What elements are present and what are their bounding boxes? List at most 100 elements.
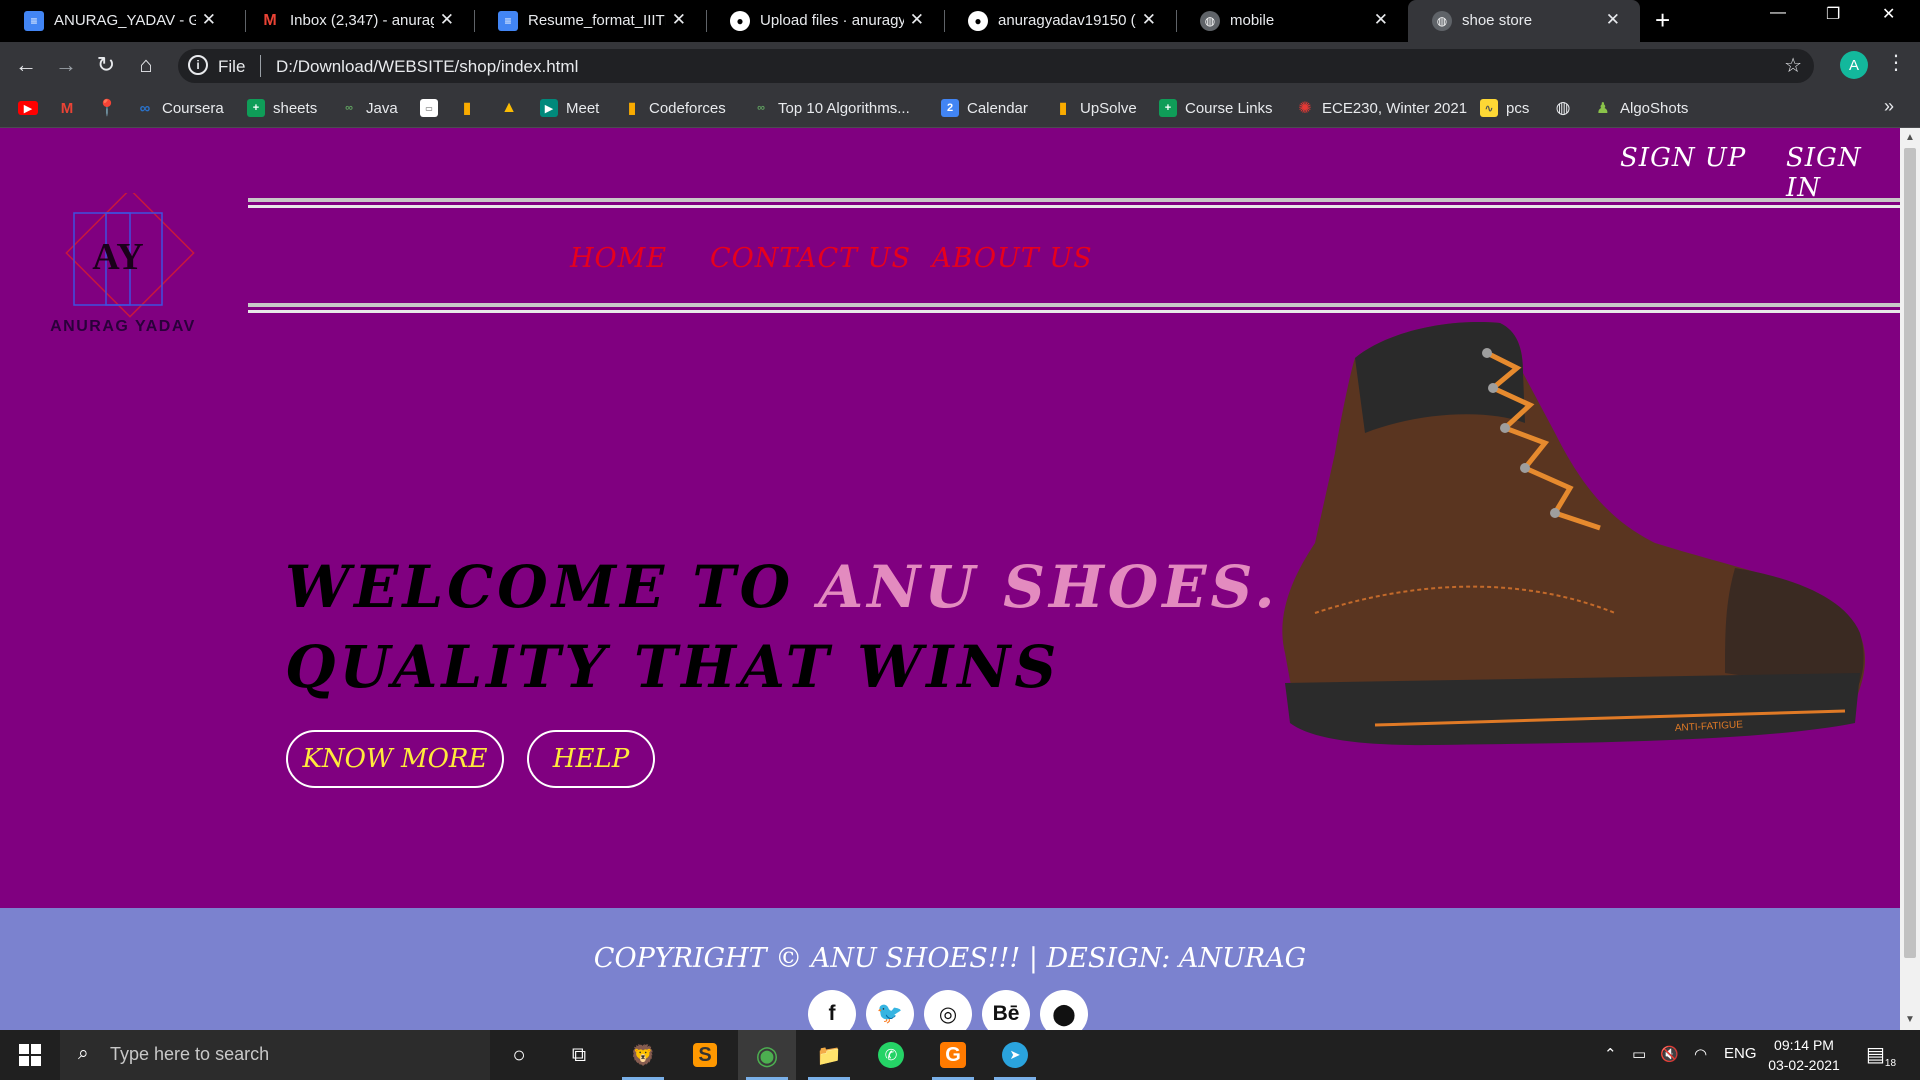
bookmark-algoshots[interactable]: ♟ AlgoShots	[1594, 96, 1688, 120]
nav-about-us[interactable]: ABOUT US	[932, 243, 1093, 274]
chart-icon: ▮	[462, 100, 472, 117]
bookmark-top-algorithms[interactable]: ∞ Top 10 Algorithms...	[752, 96, 910, 120]
restore-icon[interactable]: ❐	[1826, 4, 1840, 24]
bookmark-drive[interactable]: ▲	[500, 96, 526, 120]
github-icon: ●	[968, 11, 988, 31]
address-bar[interactable]: i File D:/Download/WEBSITE/shop/index.ht…	[178, 49, 1814, 83]
menu-icon[interactable]: ⋮	[1886, 50, 1906, 75]
tab-0[interactable]: ≡ ANURAG_YADAV - Goo ✕	[0, 0, 236, 42]
nav-contact-us[interactable]: CONTACT US	[710, 243, 911, 274]
site-info-icon[interactable]: i	[188, 55, 208, 75]
new-tab-button[interactable]: +	[1655, 6, 1670, 34]
clock-time: 09:14 PM	[1774, 1037, 1834, 1053]
telegram-icon[interactable]: ➤	[986, 1030, 1044, 1080]
wifi-icon[interactable]: ◠	[1694, 1045, 1707, 1063]
brave-icon[interactable]: 🦁	[614, 1030, 672, 1080]
chevron-up-icon[interactable]: ⌃	[1604, 1045, 1617, 1063]
bookmark-coursera[interactable]: ∞ Coursera	[136, 96, 224, 120]
bookmark-label: Codeforces	[649, 99, 726, 117]
whatsapp-glyph: ✆	[878, 1042, 904, 1068]
sublime-icon[interactable]: S	[676, 1030, 734, 1080]
bookmark-star-icon[interactable]: ☆	[1784, 53, 1802, 78]
home-icon[interactable]: ⌂	[132, 51, 160, 79]
more-bookmarks-icon[interactable]: »	[1884, 96, 1894, 117]
docs-icon: ≡	[498, 11, 518, 31]
chrome-icon[interactable]: ◉	[738, 1030, 796, 1080]
close-icon[interactable]: ✕	[672, 10, 686, 30]
instagram-icon[interactable]: ◎	[924, 990, 972, 1030]
close-icon[interactable]: ✕	[1606, 10, 1620, 30]
system-clock[interactable]: 09:14 PM 03-02-2021	[1762, 1035, 1846, 1075]
upsolve-icon: ▮	[1058, 100, 1068, 117]
github-icon[interactable]: ⬤	[1040, 990, 1088, 1030]
file-explorer-icon[interactable]: 📁	[800, 1030, 858, 1080]
back-icon[interactable]: ←	[12, 51, 40, 79]
bookmark-blank[interactable]: ▭	[420, 96, 446, 120]
know-more-button[interactable]: KNOW MORE	[286, 730, 504, 788]
bookmark-maps[interactable]: 📍	[97, 96, 124, 120]
close-icon[interactable]: ✕	[1142, 10, 1156, 30]
tab-1[interactable]: M Inbox (2,347) - anurag1 ✕	[236, 0, 474, 42]
tab-5[interactable]: ◍ mobile ✕	[1176, 0, 1408, 42]
notifications-icon[interactable]: ▤18	[1866, 1042, 1896, 1069]
scroll-down-icon[interactable]: ▼	[1905, 1014, 1915, 1025]
behance-icon[interactable]: Bē	[982, 990, 1030, 1030]
battery-icon[interactable]: ▭	[1632, 1045, 1646, 1063]
youtube-icon: ▶	[18, 101, 38, 115]
bookmark-icon: ▭	[420, 99, 438, 117]
bookmark-chart[interactable]: ▮	[458, 96, 484, 120]
bookmark-codeforces[interactable]: ▮ Codeforces	[623, 96, 726, 120]
bookmark-pcs[interactable]: ∿ pcs	[1480, 96, 1529, 120]
forward-icon[interactable]: →	[52, 51, 80, 79]
close-icon[interactable]: ✕	[440, 10, 454, 30]
sign-up-link[interactable]: SIGN UP	[1620, 143, 1746, 173]
task-view-icon[interactable]: ⧉	[550, 1030, 608, 1080]
bookmark-sheets[interactable]: + sheets	[247, 96, 317, 120]
close-icon[interactable]: ✕	[1374, 10, 1388, 30]
tab-title: ANURAG_YADAV - Goo	[54, 12, 196, 29]
sign-in-link[interactable]: SIGN IN	[1786, 143, 1900, 203]
bookmark-globe[interactable]: ◍	[1554, 96, 1580, 120]
scroll-up-icon[interactable]: ▲	[1905, 132, 1915, 143]
bookmark-ece230[interactable]: ✺ ECE230, Winter 2021	[1296, 96, 1467, 120]
site-logo[interactable]: AY ANURAG YADAV	[30, 193, 220, 333]
close-icon[interactable]: ✕	[202, 10, 216, 30]
twitter-icon[interactable]: 🐦	[866, 990, 914, 1030]
tab-2[interactable]: ≡ Resume_format_IIITD ( ✕	[474, 0, 706, 42]
facebook-icon[interactable]: f	[808, 990, 856, 1030]
url-scheme: File	[218, 57, 246, 76]
scrollbar-thumb[interactable]	[1904, 148, 1916, 958]
drive-icon: ▲	[501, 99, 517, 116]
language-indicator[interactable]: ENG	[1724, 1045, 1757, 1062]
minimize-icon[interactable]: —	[1770, 4, 1786, 22]
nav-bottom-rule	[248, 303, 1900, 313]
nav-home[interactable]: HOME	[570, 243, 667, 274]
tab-6[interactable]: ◍ shoe store ✕	[1408, 0, 1640, 42]
bookmark-meet[interactable]: ▶ Meet	[540, 96, 599, 120]
url-text[interactable]: D:/Download/WEBSITE/shop/index.html	[276, 57, 578, 77]
bookmark-calendar[interactable]: 2 Calendar	[941, 96, 1028, 120]
tab-4[interactable]: ● anuragyadav19150 (An ✕	[944, 0, 1176, 42]
tab-3[interactable]: ● Upload files · anuragya ✕	[706, 0, 944, 42]
whatsapp-icon[interactable]: ✆	[862, 1030, 920, 1080]
taskbar-search[interactable]: ⌕ Type here to search	[60, 1030, 490, 1080]
window-close-icon[interactable]: ✕	[1882, 4, 1895, 24]
headline-brand: ANU SHOES.	[818, 553, 1279, 621]
tab-title: Resume_format_IIITD (	[528, 12, 666, 29]
pdf-icon[interactable]: G	[924, 1030, 982, 1080]
bookmark-course-links[interactable]: + Course Links	[1159, 96, 1273, 120]
tab-title: mobile	[1230, 12, 1275, 29]
profile-avatar[interactable]: A	[1840, 51, 1868, 79]
bookmark-upsolve[interactable]: ▮ UpSolve	[1054, 96, 1137, 120]
close-icon[interactable]: ✕	[910, 10, 924, 30]
bookmark-java[interactable]: ∞ Java	[340, 96, 398, 120]
page-scrollbar[interactable]: ▲ ▼	[1900, 128, 1920, 1030]
reload-icon[interactable]: ↻	[92, 51, 120, 79]
cortana-icon[interactable]: ○	[490, 1030, 548, 1080]
logo-name: ANURAG YADAV	[50, 318, 196, 333]
help-button[interactable]: HELP	[527, 730, 655, 788]
volume-muted-icon[interactable]: 🔇	[1660, 1045, 1679, 1063]
bookmark-youtube[interactable]: ▶	[18, 96, 46, 120]
start-button[interactable]	[0, 1030, 60, 1080]
bookmark-gmail[interactable]: M	[58, 96, 84, 120]
